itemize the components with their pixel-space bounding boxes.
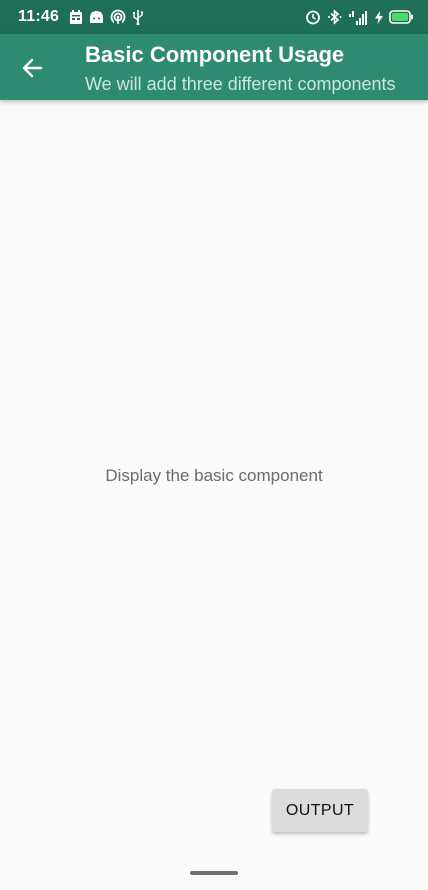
message-text: Display the basic component bbox=[105, 466, 323, 485]
calendar-icon bbox=[69, 9, 83, 25]
status-bar: 11:46 bbox=[0, 0, 428, 34]
status-right bbox=[305, 9, 414, 25]
charging-icon bbox=[375, 10, 383, 24]
alarm-icon bbox=[305, 9, 321, 25]
status-time: 11:46 bbox=[18, 8, 60, 25]
main-content: Display the basic component OUTPUT bbox=[0, 100, 428, 860]
app-subtitle: We will add three different components bbox=[85, 74, 396, 94]
status-left: 11:46 bbox=[18, 8, 144, 26]
app-title: Basic Component Usage bbox=[85, 42, 345, 67]
app-bar: Basic Component Usage We will add three … bbox=[0, 34, 428, 100]
hotspot-icon bbox=[110, 9, 126, 25]
output-button[interactable]: OUTPUT bbox=[272, 789, 368, 832]
battery-icon bbox=[389, 10, 414, 24]
android-icon bbox=[89, 10, 104, 24]
bluetooth-icon bbox=[327, 9, 343, 25]
usb-icon bbox=[132, 9, 144, 25]
arrow-left-icon bbox=[21, 57, 43, 79]
home-indicator[interactable] bbox=[190, 871, 238, 875]
signal-icon bbox=[349, 10, 369, 25]
back-button[interactable] bbox=[14, 50, 50, 86]
